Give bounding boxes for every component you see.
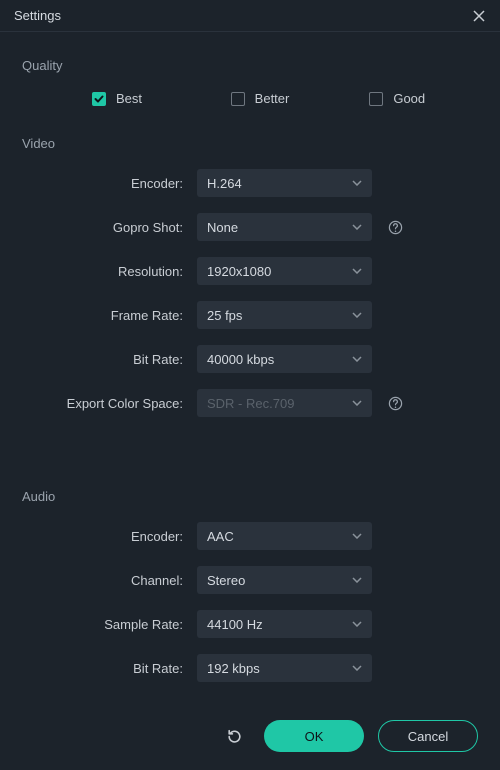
chevron-down-icon: [352, 400, 362, 406]
checkbox-icon: [231, 92, 245, 106]
field-video-encoder: Encoder: H.264: [22, 169, 478, 197]
close-icon[interactable]: [472, 9, 486, 23]
select-video-bitrate[interactable]: 40000 kbps: [197, 345, 372, 373]
select-value: 1920x1080: [207, 264, 271, 279]
label-audio-encoder: Encoder:: [22, 529, 197, 544]
help-icon[interactable]: [386, 394, 404, 412]
cancel-button-label: Cancel: [408, 729, 448, 744]
ok-button-label: OK: [305, 729, 324, 744]
label-video-bitrate: Bit Rate:: [22, 352, 197, 367]
label-resolution: Resolution:: [22, 264, 197, 279]
select-value: Stereo: [207, 573, 245, 588]
quality-label: Best: [116, 91, 142, 106]
field-video-bitrate: Bit Rate: 40000 kbps: [22, 345, 478, 373]
chevron-down-icon: [352, 224, 362, 230]
field-framerate: Frame Rate: 25 fps: [22, 301, 478, 329]
label-audio-bitrate: Bit Rate:: [22, 661, 197, 676]
chevron-down-icon: [352, 356, 362, 362]
section-audio-label: Audio: [22, 489, 478, 504]
select-audio-encoder[interactable]: AAC: [197, 522, 372, 550]
select-resolution[interactable]: 1920x1080: [197, 257, 372, 285]
select-audio-bitrate[interactable]: 192 kbps: [197, 654, 372, 682]
select-value: 40000 kbps: [207, 352, 274, 367]
content-area: Quality Best Better Good Video Encoder: …: [0, 32, 500, 708]
field-samplerate: Sample Rate: 44100 Hz: [22, 610, 478, 638]
quality-label: Good: [393, 91, 425, 106]
select-value: 25 fps: [207, 308, 242, 323]
quality-option-better[interactable]: Better: [231, 91, 340, 106]
footer: OK Cancel: [0, 708, 500, 770]
reset-icon[interactable]: [222, 724, 246, 748]
chevron-down-icon: [352, 268, 362, 274]
select-samplerate[interactable]: 44100 Hz: [197, 610, 372, 638]
select-value: 44100 Hz: [207, 617, 263, 632]
field-audio-encoder: Encoder: AAC: [22, 522, 478, 550]
checkbox-icon: [369, 92, 383, 106]
section-quality-label: Quality: [22, 58, 478, 73]
label-gopro: Gopro Shot:: [22, 220, 197, 235]
section-video-label: Video: [22, 136, 478, 151]
select-value: 192 kbps: [207, 661, 260, 676]
checkbox-icon: [92, 92, 106, 106]
label-channel: Channel:: [22, 573, 197, 588]
select-value: None: [207, 220, 238, 235]
field-gopro: Gopro Shot: None: [22, 213, 478, 241]
select-video-encoder[interactable]: H.264: [197, 169, 372, 197]
quality-label: Better: [255, 91, 290, 106]
chevron-down-icon: [352, 577, 362, 583]
help-icon[interactable]: [386, 218, 404, 236]
quality-option-good[interactable]: Good: [369, 91, 478, 106]
chevron-down-icon: [352, 312, 362, 318]
select-value: SDR - Rec.709: [207, 396, 294, 411]
select-value: AAC: [207, 529, 234, 544]
select-framerate[interactable]: 25 fps: [197, 301, 372, 329]
select-colorspace: SDR - Rec.709: [197, 389, 372, 417]
field-audio-bitrate: Bit Rate: 192 kbps: [22, 654, 478, 682]
field-colorspace: Export Color Space: SDR - Rec.709: [22, 389, 478, 417]
label-video-encoder: Encoder:: [22, 176, 197, 191]
quality-option-best[interactable]: Best: [92, 91, 201, 106]
cancel-button[interactable]: Cancel: [378, 720, 478, 752]
label-colorspace: Export Color Space:: [22, 396, 197, 411]
chevron-down-icon: [352, 180, 362, 186]
chevron-down-icon: [352, 665, 362, 671]
chevron-down-icon: [352, 621, 362, 627]
label-samplerate: Sample Rate:: [22, 617, 197, 632]
chevron-down-icon: [352, 533, 362, 539]
dialog-title: Settings: [14, 8, 61, 23]
label-framerate: Frame Rate:: [22, 308, 197, 323]
quality-options: Best Better Good: [22, 91, 478, 106]
select-gopro[interactable]: None: [197, 213, 372, 241]
ok-button[interactable]: OK: [264, 720, 364, 752]
titlebar: Settings: [0, 0, 500, 32]
field-channel: Channel: Stereo: [22, 566, 478, 594]
select-value: H.264: [207, 176, 242, 191]
select-channel[interactable]: Stereo: [197, 566, 372, 594]
field-resolution: Resolution: 1920x1080: [22, 257, 478, 285]
